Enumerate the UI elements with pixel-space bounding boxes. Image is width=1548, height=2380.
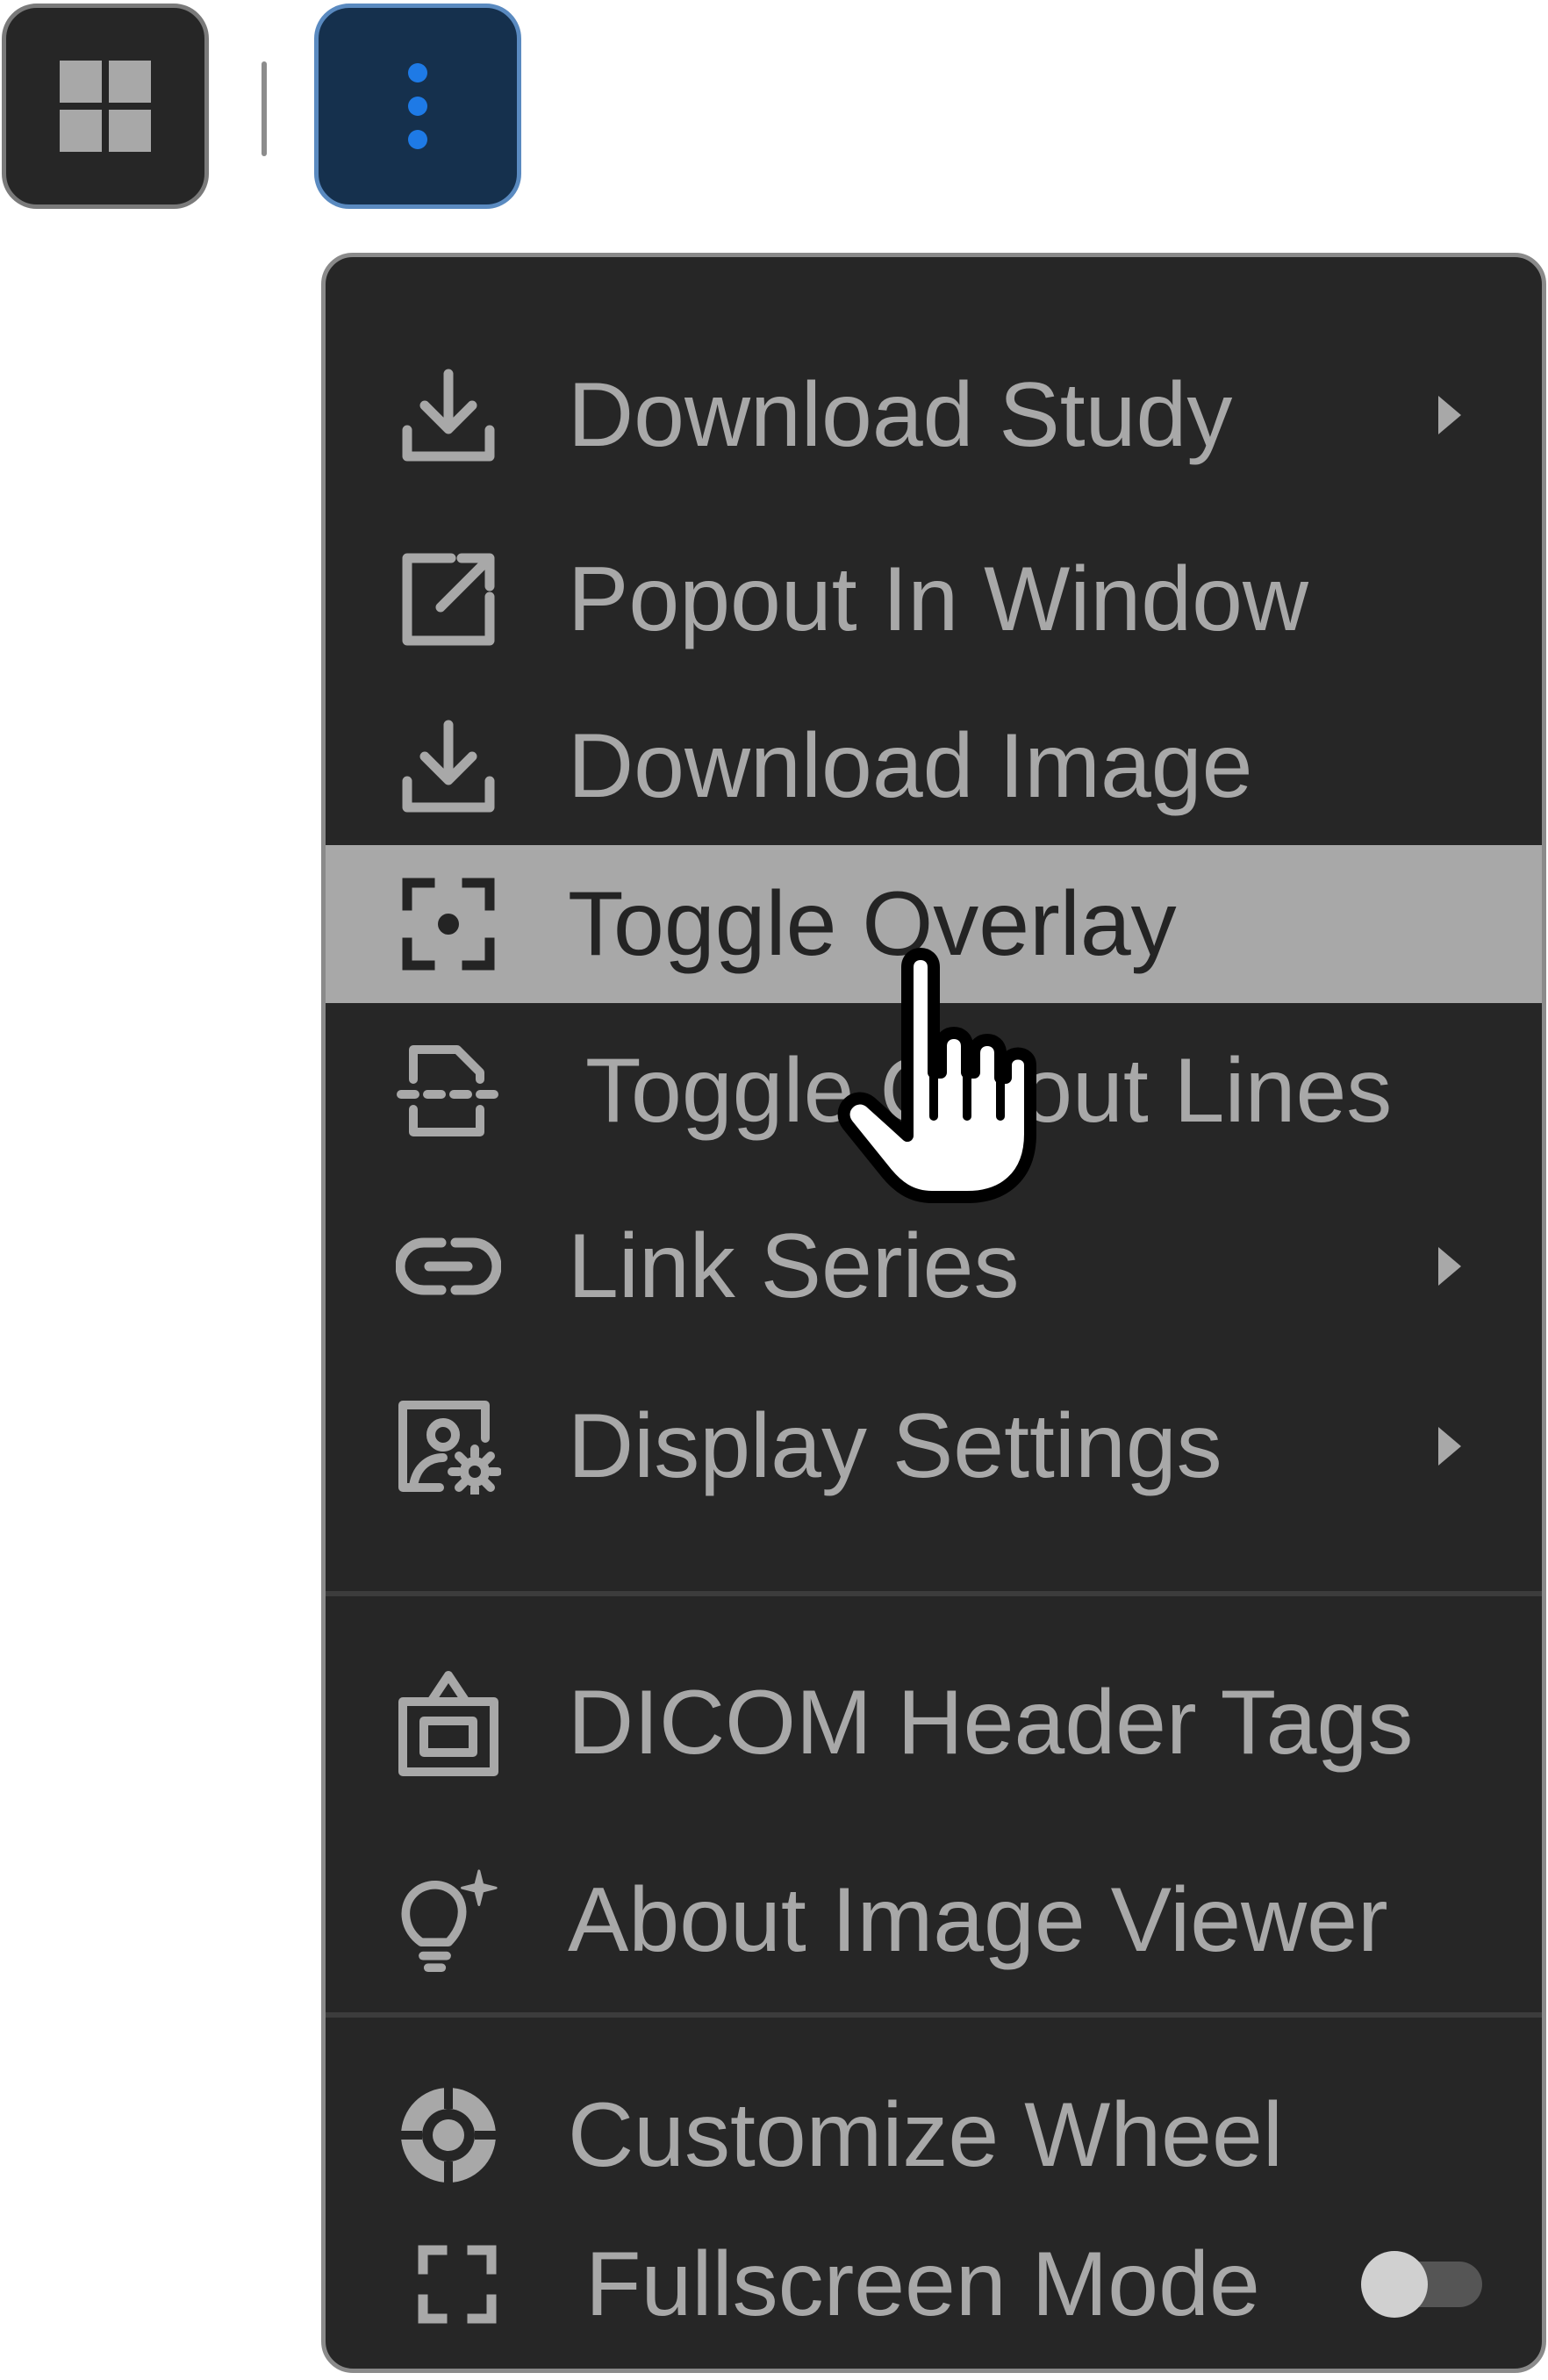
menu-divider [326,1591,1542,1596]
menu-item-label: Display Settings [568,1395,1222,1497]
menu-item-customize-wheel[interactable]: Customize Wheel [326,2056,1542,2214]
menu-item-toggle-cutout-lines[interactable]: Toggle Cutout Lines [326,1003,1542,1179]
menu-divider [326,2012,1542,2018]
download-icon [396,362,501,468]
menu-item-label: About Image Viewer [568,1869,1388,1971]
chevron-right-icon [1438,1247,1461,1286]
menu-item-dicom-header-tags[interactable]: DICOM Header Tags [326,1626,1542,1819]
fullscreen-toggle[interactable] [1359,2249,1486,2319]
menu-item-label: Fullscreen Mode [585,2233,1260,2335]
menu-item-label: Download Image [568,715,1253,817]
lightbulb-sparkle-icon [396,1867,501,1973]
toolbar-divider [262,61,267,156]
menu-item-label: Toggle Cutout Lines [585,1040,1393,1142]
menu-item-label: Download Study [568,364,1233,466]
menu-item-fullscreen-mode[interactable]: Fullscreen Mode [326,2214,1542,2355]
options-menu: Download Study Popout In Window Download… [321,253,1546,2373]
menu-item-label: Customize Wheel [568,2084,1283,2186]
menu-item-label: DICOM Header Tags [568,1672,1414,1774]
menu-item-label: Toggle Overlay [568,873,1177,975]
header-tags-icon [396,1670,501,1776]
cutout-lines-icon [396,1038,501,1143]
grid-layout-icon [60,61,151,152]
image-settings-icon [396,1394,501,1499]
menu-item-popout-window[interactable]: Popout In Window [326,512,1542,687]
download-icon [396,713,501,819]
more-options-button[interactable] [314,4,521,209]
chevron-right-icon [1438,396,1461,434]
popout-icon [396,547,501,652]
layout-button[interactable] [2,4,209,209]
menu-item-download-image[interactable]: Download Image [326,687,1542,845]
menu-item-about-image-viewer[interactable]: About Image Viewer [326,1819,1542,2021]
menu-item-link-series[interactable]: Link Series [326,1179,1542,1354]
overlay-focus-icon [396,871,501,977]
fullscreen-icon [405,2232,510,2337]
menu-item-toggle-overlay[interactable]: Toggle Overlay [326,845,1542,1003]
chevron-right-icon [1438,1427,1461,1466]
menu-item-display-settings[interactable]: Display Settings [326,1354,1542,1538]
menu-item-label: Popout In Window [568,548,1309,650]
menu-item-download-study[interactable]: Download Study [326,310,1542,520]
menu-item-label: Link Series [568,1215,1020,1317]
link-icon [396,1214,501,1319]
more-vertical-icon [408,63,427,149]
wheel-icon [396,2082,501,2188]
